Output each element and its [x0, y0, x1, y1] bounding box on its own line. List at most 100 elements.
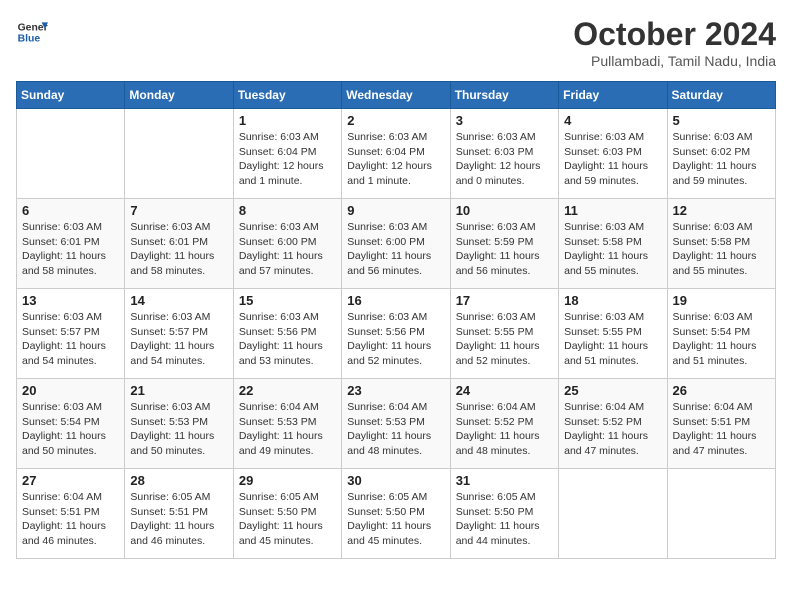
day-info: Sunrise: 6:04 AMSunset: 5:51 PMDaylight:… — [673, 400, 770, 459]
day-info: Sunrise: 6:03 AMSunset: 6:02 PMDaylight:… — [673, 130, 770, 189]
header-cell-monday: Monday — [125, 82, 233, 109]
day-info: Sunrise: 6:03 AMSunset: 6:04 PMDaylight:… — [347, 130, 444, 189]
day-cell: 19 Sunrise: 6:03 AMSunset: 5:54 PMDayligh… — [667, 289, 775, 379]
logo: General Blue — [16, 16, 48, 48]
day-cell: 31Sunrise: 6:05 AMSunset: 5:50 PMDayligh… — [450, 469, 558, 559]
day-cell — [17, 109, 125, 199]
day-cell: 20Sunrise: 6:03 AMSunset: 5:54 PMDayligh… — [17, 379, 125, 469]
day-cell — [559, 469, 667, 559]
day-info: Sunrise: 6:03 AMSunset: 5:54 PMDaylight:… — [673, 310, 770, 369]
day-cell: 27 Sunrise: 6:04 AMSunset: 5:51 PMDayligh… — [17, 469, 125, 559]
day-cell: 28 Sunrise: 6:05 AMSunset: 5:51 PMDayligh… — [125, 469, 233, 559]
day-cell — [125, 109, 233, 199]
day-info: Sunrise: 6:03 AMSunset: 6:03 PMDaylight:… — [456, 130, 553, 189]
day-info: Sunrise: 6:04 AMSunset: 5:53 PMDaylight:… — [239, 400, 336, 459]
day-number: 19 — [673, 293, 770, 308]
day-cell — [667, 469, 775, 559]
day-number: 24 — [456, 383, 553, 398]
day-info: Sunrise: 6:03 AMSunset: 6:01 PMDaylight:… — [130, 220, 227, 279]
day-number: 11 — [564, 203, 661, 218]
day-number: 23 — [347, 383, 444, 398]
day-cell: 15Sunrise: 6:03 AMSunset: 5:56 PMDayligh… — [233, 289, 341, 379]
day-info: Sunrise: 6:04 AMSunset: 5:52 PMDaylight:… — [564, 400, 661, 459]
day-number: 25 — [564, 383, 661, 398]
day-number: 13 — [22, 293, 119, 308]
day-number: 5 — [673, 113, 770, 128]
day-number: 9 — [347, 203, 444, 218]
day-info: Sunrise: 6:03 AMSunset: 5:55 PMDaylight:… — [564, 310, 661, 369]
week-row-3: 13 Sunrise: 6:03 AMSunset: 5:57 PMDayligh… — [17, 289, 776, 379]
day-info: Sunrise: 6:03 AMSunset: 5:53 PMDaylight:… — [130, 400, 227, 459]
page-header: General Blue October 2024 Pullambadi, Ta… — [16, 16, 776, 69]
day-cell: 29 Sunrise: 6:05 AMSunset: 5:50 PMDayligh… — [233, 469, 341, 559]
day-number: 1 — [239, 113, 336, 128]
day-cell: 2 Sunrise: 6:03 AMSunset: 6:04 PMDaylight… — [342, 109, 450, 199]
day-cell: 8Sunrise: 6:03 AMSunset: 6:00 PMDaylight… — [233, 199, 341, 289]
day-cell: 4 Sunrise: 6:03 AMSunset: 6:03 PMDaylight… — [559, 109, 667, 199]
header-cell-wednesday: Wednesday — [342, 82, 450, 109]
week-row-2: 6Sunrise: 6:03 AMSunset: 6:01 PMDaylight… — [17, 199, 776, 289]
day-number: 8 — [239, 203, 336, 218]
day-info: Sunrise: 6:03 AMSunset: 5:55 PMDaylight:… — [456, 310, 553, 369]
day-cell: 9 Sunrise: 6:03 AMSunset: 6:00 PMDaylight… — [342, 199, 450, 289]
day-number: 30 — [347, 473, 444, 488]
day-cell: 17Sunrise: 6:03 AMSunset: 5:55 PMDayligh… — [450, 289, 558, 379]
day-info: Sunrise: 6:03 AMSunset: 5:59 PMDaylight:… — [456, 220, 553, 279]
day-number: 18 — [564, 293, 661, 308]
day-info: Sunrise: 6:03 AMSunset: 5:57 PMDaylight:… — [130, 310, 227, 369]
day-info: Sunrise: 6:04 AMSunset: 5:53 PMDaylight:… — [347, 400, 444, 459]
day-cell: 1Sunrise: 6:03 AMSunset: 6:04 PMDaylight… — [233, 109, 341, 199]
day-number: 3 — [456, 113, 553, 128]
day-info: Sunrise: 6:04 AMSunset: 5:51 PMDaylight:… — [22, 490, 119, 549]
logo-icon: General Blue — [16, 16, 48, 48]
day-cell: 21 Sunrise: 6:03 AMSunset: 5:53 PMDayligh… — [125, 379, 233, 469]
day-number: 28 — [130, 473, 227, 488]
day-number: 16 — [347, 293, 444, 308]
day-cell: 5 Sunrise: 6:03 AMSunset: 6:02 PMDaylight… — [667, 109, 775, 199]
location: Pullambadi, Tamil Nadu, India — [573, 53, 776, 69]
day-cell: 26Sunrise: 6:04 AMSunset: 5:51 PMDayligh… — [667, 379, 775, 469]
day-info: Sunrise: 6:05 AMSunset: 5:51 PMDaylight:… — [130, 490, 227, 549]
day-info: Sunrise: 6:03 AMSunset: 6:00 PMDaylight:… — [347, 220, 444, 279]
day-cell: 25 Sunrise: 6:04 AMSunset: 5:52 PMDayligh… — [559, 379, 667, 469]
day-info: Sunrise: 6:03 AMSunset: 5:58 PMDaylight:… — [673, 220, 770, 279]
header-row: SundayMondayTuesdayWednesdayThursdayFrid… — [17, 82, 776, 109]
svg-text:Blue: Blue — [18, 34, 41, 45]
day-cell: 30Sunrise: 6:05 AMSunset: 5:50 PMDayligh… — [342, 469, 450, 559]
day-cell: 22 Sunrise: 6:04 AMSunset: 5:53 PMDayligh… — [233, 379, 341, 469]
calendar-table: SundayMondayTuesdayWednesdayThursdayFrid… — [16, 81, 776, 559]
day-number: 10 — [456, 203, 553, 218]
day-info: Sunrise: 6:05 AMSunset: 5:50 PMDaylight:… — [456, 490, 553, 549]
day-number: 22 — [239, 383, 336, 398]
day-number: 21 — [130, 383, 227, 398]
week-row-5: 27 Sunrise: 6:04 AMSunset: 5:51 PMDayligh… — [17, 469, 776, 559]
header-cell-sunday: Sunday — [17, 82, 125, 109]
day-number: 27 — [22, 473, 119, 488]
day-info: Sunrise: 6:03 AMSunset: 5:56 PMDaylight:… — [347, 310, 444, 369]
day-info: Sunrise: 6:05 AMSunset: 5:50 PMDaylight:… — [239, 490, 336, 549]
month-title: October 2024 — [573, 16, 776, 53]
day-cell: 13Sunrise: 6:03 AMSunset: 5:57 PMDayligh… — [17, 289, 125, 379]
calendar-header: SundayMondayTuesdayWednesdayThursdayFrid… — [17, 82, 776, 109]
day-cell: 16 Sunrise: 6:03 AMSunset: 5:56 PMDayligh… — [342, 289, 450, 379]
title-area: October 2024 Pullambadi, Tamil Nadu, Ind… — [573, 16, 776, 69]
day-info: Sunrise: 6:03 AMSunset: 5:54 PMDaylight:… — [22, 400, 119, 459]
day-info: Sunrise: 6:03 AMSunset: 6:01 PMDaylight:… — [22, 220, 119, 279]
day-cell: 24 Sunrise: 6:04 AMSunset: 5:52 PMDayligh… — [450, 379, 558, 469]
day-info: Sunrise: 6:03 AMSunset: 5:58 PMDaylight:… — [564, 220, 661, 279]
day-info: Sunrise: 6:04 AMSunset: 5:52 PMDaylight:… — [456, 400, 553, 459]
header-cell-friday: Friday — [559, 82, 667, 109]
day-number: 2 — [347, 113, 444, 128]
day-info: Sunrise: 6:03 AMSunset: 5:56 PMDaylight:… — [239, 310, 336, 369]
day-number: 14 — [130, 293, 227, 308]
day-cell: 7Sunrise: 6:03 AMSunset: 6:01 PMDaylight… — [125, 199, 233, 289]
day-cell: 3 Sunrise: 6:03 AMSunset: 6:03 PMDaylight… — [450, 109, 558, 199]
day-cell: 6Sunrise: 6:03 AMSunset: 6:01 PMDaylight… — [17, 199, 125, 289]
day-number: 12 — [673, 203, 770, 218]
day-number: 4 — [564, 113, 661, 128]
day-cell: 18 Sunrise: 6:03 AMSunset: 5:55 PMDayligh… — [559, 289, 667, 379]
day-cell: 10 Sunrise: 6:03 AMSunset: 5:59 PMDayligh… — [450, 199, 558, 289]
week-row-4: 20Sunrise: 6:03 AMSunset: 5:54 PMDayligh… — [17, 379, 776, 469]
day-info: Sunrise: 6:03 AMSunset: 6:03 PMDaylight:… — [564, 130, 661, 189]
day-number: 29 — [239, 473, 336, 488]
